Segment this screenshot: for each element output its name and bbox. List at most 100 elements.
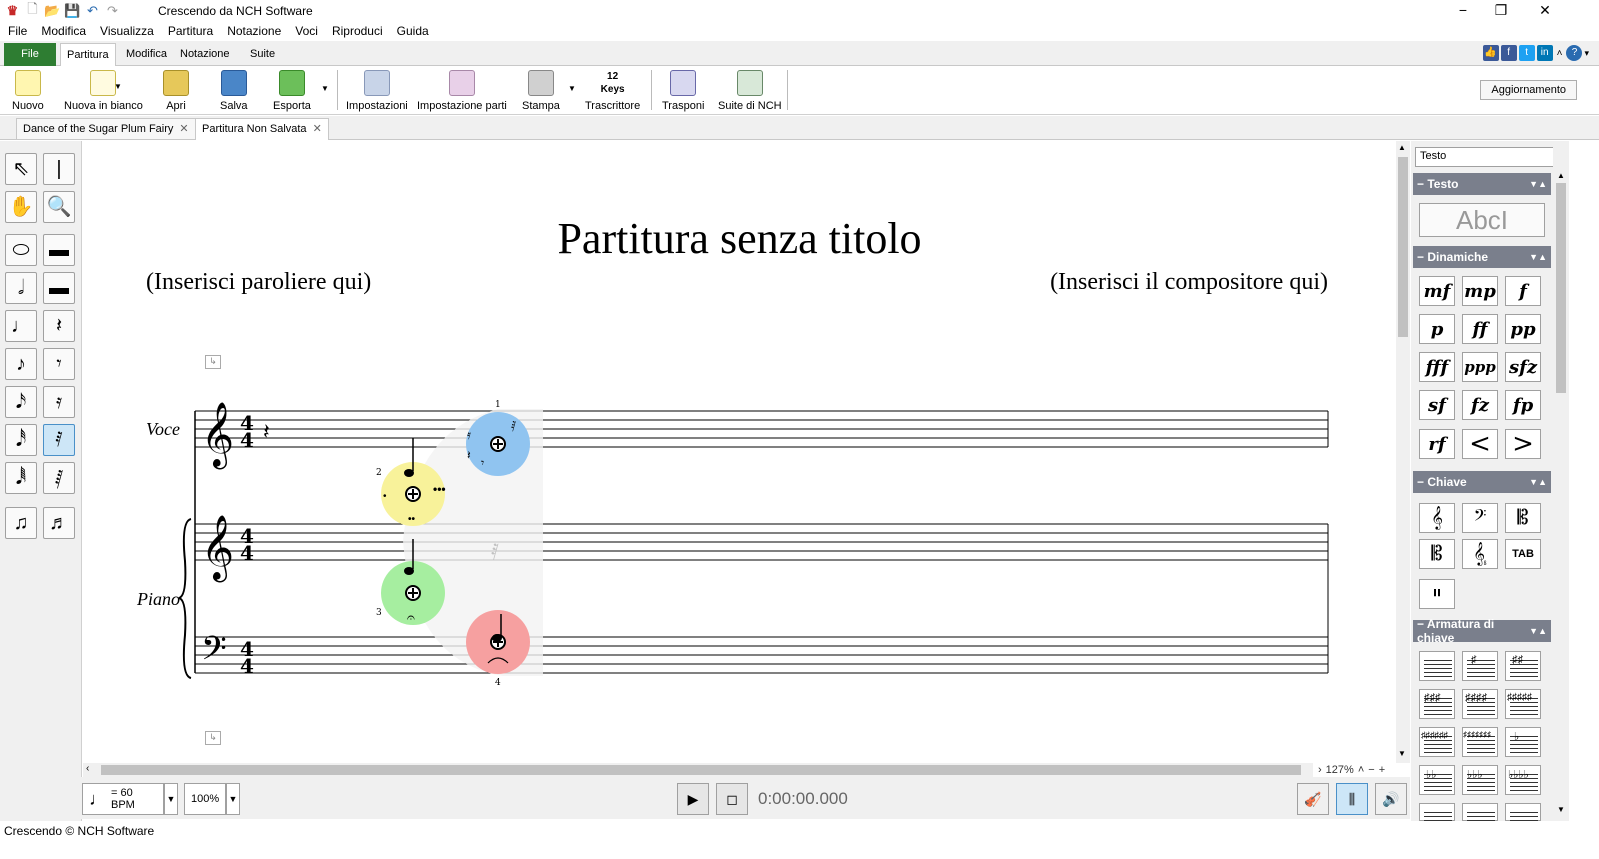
sixteenth-rest-icon[interactable]: 𝄿: [43, 386, 75, 418]
collapse-ribbon-icon[interactable]: ˄: [1557, 48, 1563, 59]
tempo-dropdown-icon[interactable]: ▼: [164, 783, 178, 815]
save-icon[interactable]: 💾: [64, 2, 81, 19]
section-toggle-icon[interactable]: ▼▲: [1529, 477, 1547, 487]
score-canvas[interactable]: Partitura senza titolo (Inserisci paroli…: [83, 141, 1396, 763]
volume-dropdown-icon[interactable]: ▼: [226, 783, 240, 815]
key-signature-3-sharps-icon[interactable]: ♯♯♯: [1419, 689, 1455, 719]
scroll-down-icon[interactable]: ▼: [1557, 805, 1565, 814]
zoom-icon[interactable]: 🔍: [43, 191, 75, 223]
dynamic-ff[interactable]: ff: [1462, 314, 1498, 344]
menu-file[interactable]: File: [8, 24, 27, 38]
panel-select[interactable]: Testo: [1415, 147, 1567, 167]
print-button[interactable]: Stampa: [522, 70, 560, 112]
tab-modifica[interactable]: Modifica: [120, 43, 173, 66]
close-tab-icon[interactable]: ✕: [313, 123, 322, 135]
dynamic-rf[interactable]: rf: [1419, 429, 1455, 459]
triplet-icon[interactable]: ♫: [5, 507, 37, 539]
new-blank-dropdown-icon[interactable]: ▼: [114, 82, 122, 91]
sixtyfourth-rest-icon[interactable]: 𝅁: [43, 462, 75, 494]
treble-8vb-clef-icon[interactable]: 𝄠: [1462, 539, 1498, 569]
key-signature-3-flats-icon[interactable]: ♭♭♭: [1462, 765, 1498, 795]
transpose-button[interactable]: Trasponi: [662, 70, 704, 112]
section-armatura[interactable]: − Armatura di chiave ▼▲: [1413, 617, 1551, 645]
menu-guida[interactable]: Guida: [397, 24, 429, 38]
scroll-thumb[interactable]: [101, 765, 1301, 775]
undo-icon[interactable]: ↶: [84, 2, 101, 19]
section-toggle-icon[interactable]: ▼▲: [1529, 179, 1547, 189]
settings-button[interactable]: Impostazioni: [346, 70, 408, 112]
section-dinamiche[interactable]: − Dinamiche ▼▲: [1413, 246, 1551, 268]
new-file-icon[interactable]: 🗋: [24, 1, 41, 19]
hand-icon[interactable]: ✋: [5, 191, 37, 223]
open-button[interactable]: Apri: [163, 70, 189, 112]
doc-tab-sugar-plum[interactable]: Dance of the Sugar Plum Fairy ✕: [16, 118, 196, 140]
dynamic-fp[interactable]: fp: [1505, 390, 1541, 420]
scroll-up-icon[interactable]: ▲: [1398, 143, 1406, 152]
scroll-up-icon[interactable]: ▲: [1557, 171, 1565, 180]
dynamic-sf[interactable]: sf: [1419, 390, 1455, 420]
print-dropdown-icon[interactable]: ▼: [568, 84, 576, 93]
export-dropdown-icon[interactable]: ▼: [321, 84, 329, 93]
volume-icon[interactable]: 🔊: [1375, 783, 1407, 815]
twitter-icon[interactable]: t: [1518, 45, 1535, 61]
section-toggle-icon[interactable]: ▼▲: [1529, 626, 1547, 636]
key-signature-7-flats-icon[interactable]: [1505, 803, 1541, 821]
new-blank-button[interactable]: Nuova in bianco: [64, 70, 143, 112]
tempo-select[interactable]: ♩ = 60 BPM: [82, 783, 164, 815]
eighth-note-icon[interactable]: ♪: [5, 348, 37, 380]
new-button[interactable]: Nuovo: [12, 70, 44, 112]
sixtyfourth-note-icon[interactable]: 𝅘𝅥𝅱: [5, 462, 37, 494]
eighth-rest-icon[interactable]: 𝄾: [43, 348, 75, 380]
half-note-icon[interactable]: 𝅗𝅥: [5, 272, 37, 304]
doc-tab-unsaved[interactable]: Partitura Non Salvata ✕: [195, 118, 329, 140]
zoom-stepper-icon[interactable]: ˄: [1358, 764, 1364, 776]
treble-clef-icon[interactable]: 𝄞: [1419, 503, 1455, 533]
update-button[interactable]: Aggiornamento: [1480, 80, 1577, 100]
instruments-icon[interactable]: 🎻: [1297, 783, 1329, 815]
dynamic-sfz[interactable]: sfz: [1505, 352, 1541, 382]
percussion-clef-icon[interactable]: 𝄥: [1419, 579, 1455, 609]
dynamic-fff[interactable]: fff: [1419, 352, 1455, 382]
close-button[interactable]: ✕: [1522, 0, 1568, 22]
dynamic-mp[interactable]: mp: [1462, 276, 1498, 306]
dynamic-p[interactable]: p: [1419, 314, 1455, 344]
stop-button[interactable]: ◻: [716, 783, 748, 815]
tab-notazione[interactable]: Notazione: [174, 43, 236, 66]
vertical-scrollbar[interactable]: ▲ ▼: [1396, 141, 1410, 763]
app-icon[interactable]: ♛: [4, 2, 21, 19]
part-settings-button[interactable]: Impostazione parti: [417, 70, 507, 112]
volume-select[interactable]: 100%: [184, 783, 226, 815]
thirtysecond-note-icon[interactable]: 𝅘𝅥𝅰: [5, 424, 37, 456]
dynamic-pp[interactable]: pp: [1505, 314, 1541, 344]
menu-voci[interactable]: Voci: [295, 24, 318, 38]
crescendo-hairpin[interactable]: <: [1462, 429, 1498, 459]
menu-riproduci[interactable]: Riproduci: [332, 24, 383, 38]
like-icon[interactable]: 👍: [1482, 45, 1499, 61]
transcriber-button[interactable]: 12 Keys Trascrittore: [585, 70, 640, 112]
tab-suite[interactable]: Suite: [244, 43, 281, 66]
maximize-button[interactable]: ❐: [1478, 0, 1524, 22]
dynamic-fz[interactable]: fz: [1462, 390, 1498, 420]
scroll-down-icon[interactable]: ▼: [1398, 749, 1406, 758]
tab-file[interactable]: File: [4, 43, 56, 66]
bass-clef-icon[interactable]: 𝄢: [1462, 503, 1498, 533]
play-button[interactable]: ▶: [677, 783, 709, 815]
quarter-rest-icon[interactable]: 𝄽: [43, 310, 75, 342]
help-icon[interactable]: ?: [1566, 45, 1583, 61]
key-signature-5-flats-icon[interactable]: [1419, 803, 1455, 821]
linkedin-icon[interactable]: in: [1536, 45, 1553, 61]
scroll-left-icon[interactable]: ‹: [86, 763, 89, 774]
text-cursor-icon[interactable]: |: [43, 153, 75, 185]
menu-visualizza[interactable]: Visualizza: [100, 24, 154, 38]
tenor-clef-icon[interactable]: 𝄡: [1419, 539, 1455, 569]
select-arrow-icon[interactable]: ⇖: [5, 153, 37, 185]
save-button[interactable]: Salva: [220, 70, 248, 112]
key-signature-1-sharp-icon[interactable]: ♯: [1462, 651, 1498, 681]
key-signature-7-sharps-icon[interactable]: ♯♯♯♯♯♯♯: [1462, 727, 1498, 757]
menu-partitura[interactable]: Partitura: [168, 24, 213, 38]
thirtysecond-rest-icon[interactable]: 𝅀: [43, 424, 75, 456]
whole-note-icon[interactable]: ⬭: [5, 234, 37, 266]
tab-partitura[interactable]: Partitura: [60, 43, 116, 66]
dynamic-mf[interactable]: mf: [1419, 276, 1455, 306]
section-toggle-icon[interactable]: ▼▲: [1529, 252, 1547, 262]
